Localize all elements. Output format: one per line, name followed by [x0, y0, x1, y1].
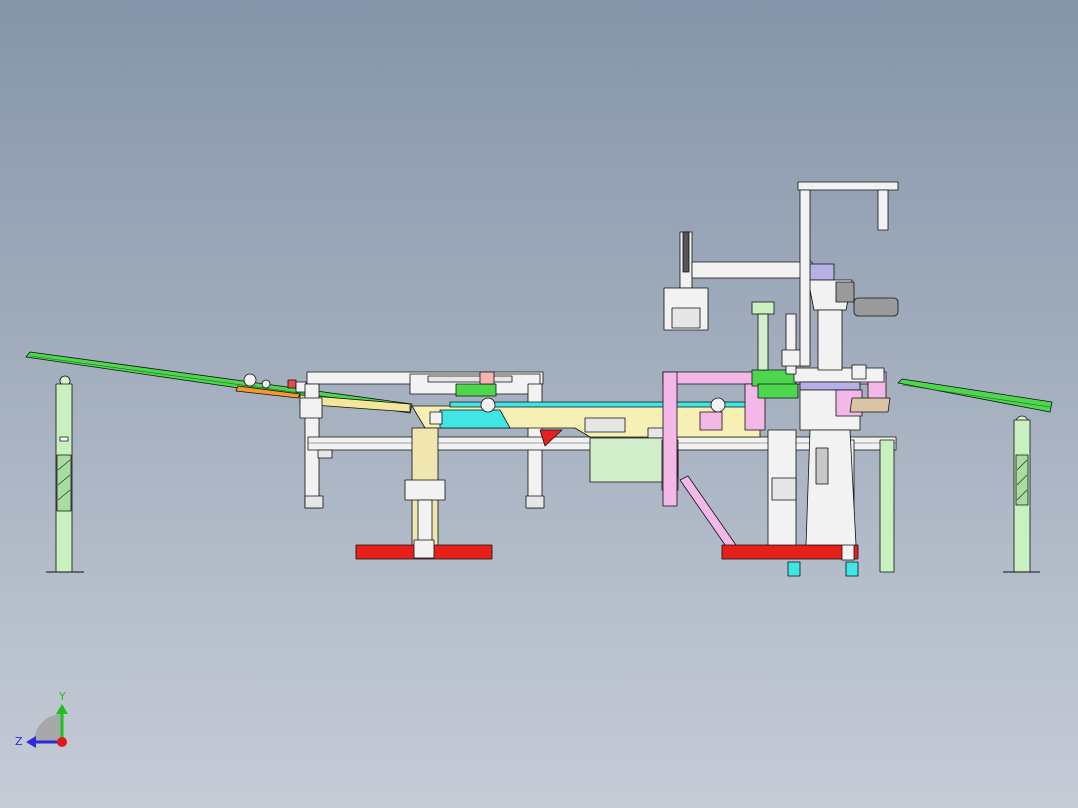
left-clamp-cap: [479, 371, 495, 385]
z-axis-label: Z: [15, 735, 23, 748]
y-arrowhead: [56, 704, 68, 714]
left-conveyor-support: [46, 383, 84, 573]
cad-viewport[interactable]: Y Z: [0, 0, 1078, 808]
robot-arm: [663, 231, 899, 375]
right-conveyor-support: [1003, 419, 1040, 573]
assembly-drawing: Y Z: [15, 181, 1053, 748]
right-clamp-block-lower: [757, 383, 799, 399]
x-axis-dot: [57, 737, 67, 747]
triad-quadrant: [34, 714, 62, 742]
coordinate-triad: Y Z: [15, 690, 68, 748]
y-axis-label: Y: [58, 690, 66, 703]
control-box: [589, 437, 665, 483]
right-post: [879, 439, 895, 573]
z-arrowhead: [26, 736, 36, 748]
left-clamp-block: [455, 383, 497, 397]
